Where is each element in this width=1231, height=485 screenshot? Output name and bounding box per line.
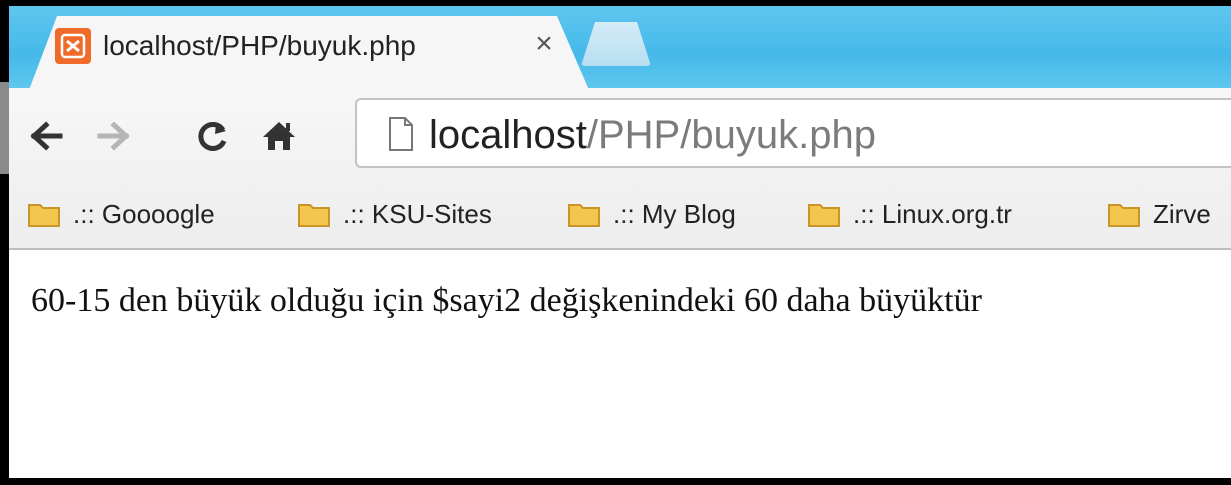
- folder-icon: [28, 204, 60, 227]
- address-host: localhost: [429, 113, 587, 157]
- bookmark-label: .:: KSU-Sites: [343, 198, 492, 229]
- address-path: /PHP/buyuk.php: [586, 113, 876, 157]
- back-arrow-icon[interactable]: [23, 110, 71, 162]
- folder-icon: [298, 204, 330, 227]
- bookmark-label: .:: My Blog: [613, 198, 736, 229]
- toolbar-divider: [9, 248, 1231, 250]
- home-icon[interactable]: [255, 110, 303, 162]
- bookmark-label: Zirve: [1153, 198, 1211, 229]
- tab-title-fade: [449, 26, 529, 66]
- bookmark-linux-org-tr[interactable]: .:: Linux.org.tr: [807, 194, 1012, 234]
- bookmarks-bar: .:: Goooogle .:: KSU-Sites .:: My Blog .…: [9, 184, 1231, 244]
- address-bar[interactable]: localhost/PHP/buyuk.php: [355, 98, 1231, 168]
- bookmark-label: .:: Goooogle: [73, 198, 215, 229]
- background-window-edge: [0, 82, 9, 174]
- folder-icon: [568, 204, 600, 227]
- browser-window: localhost/PHP/buyuk.php × localhost/PHP/…: [9, 6, 1231, 478]
- reload-icon[interactable]: [189, 110, 237, 162]
- folder-icon: [1108, 204, 1140, 227]
- bookmark-label: .:: Linux.org.tr: [853, 198, 1012, 229]
- page-icon: [389, 117, 413, 151]
- bookmark-ksu-sites[interactable]: .:: KSU-Sites: [297, 194, 492, 234]
- bookmark-my-blog[interactable]: .:: My Blog: [567, 194, 736, 234]
- folder-icon: [808, 204, 840, 227]
- bookmark-goooogle[interactable]: .:: Goooogle: [27, 194, 215, 234]
- forward-arrow-icon[interactable]: [89, 110, 137, 162]
- page-content-text: 60-15 den büyük olduğu için $sayi2 değiş…: [31, 282, 982, 319]
- address-url: localhost/PHP/buyuk.php: [429, 110, 876, 160]
- bookmark-zirve[interactable]: Zirve: [1107, 194, 1211, 234]
- close-tab-icon[interactable]: ×: [529, 24, 559, 64]
- xampp-icon: [55, 28, 91, 64]
